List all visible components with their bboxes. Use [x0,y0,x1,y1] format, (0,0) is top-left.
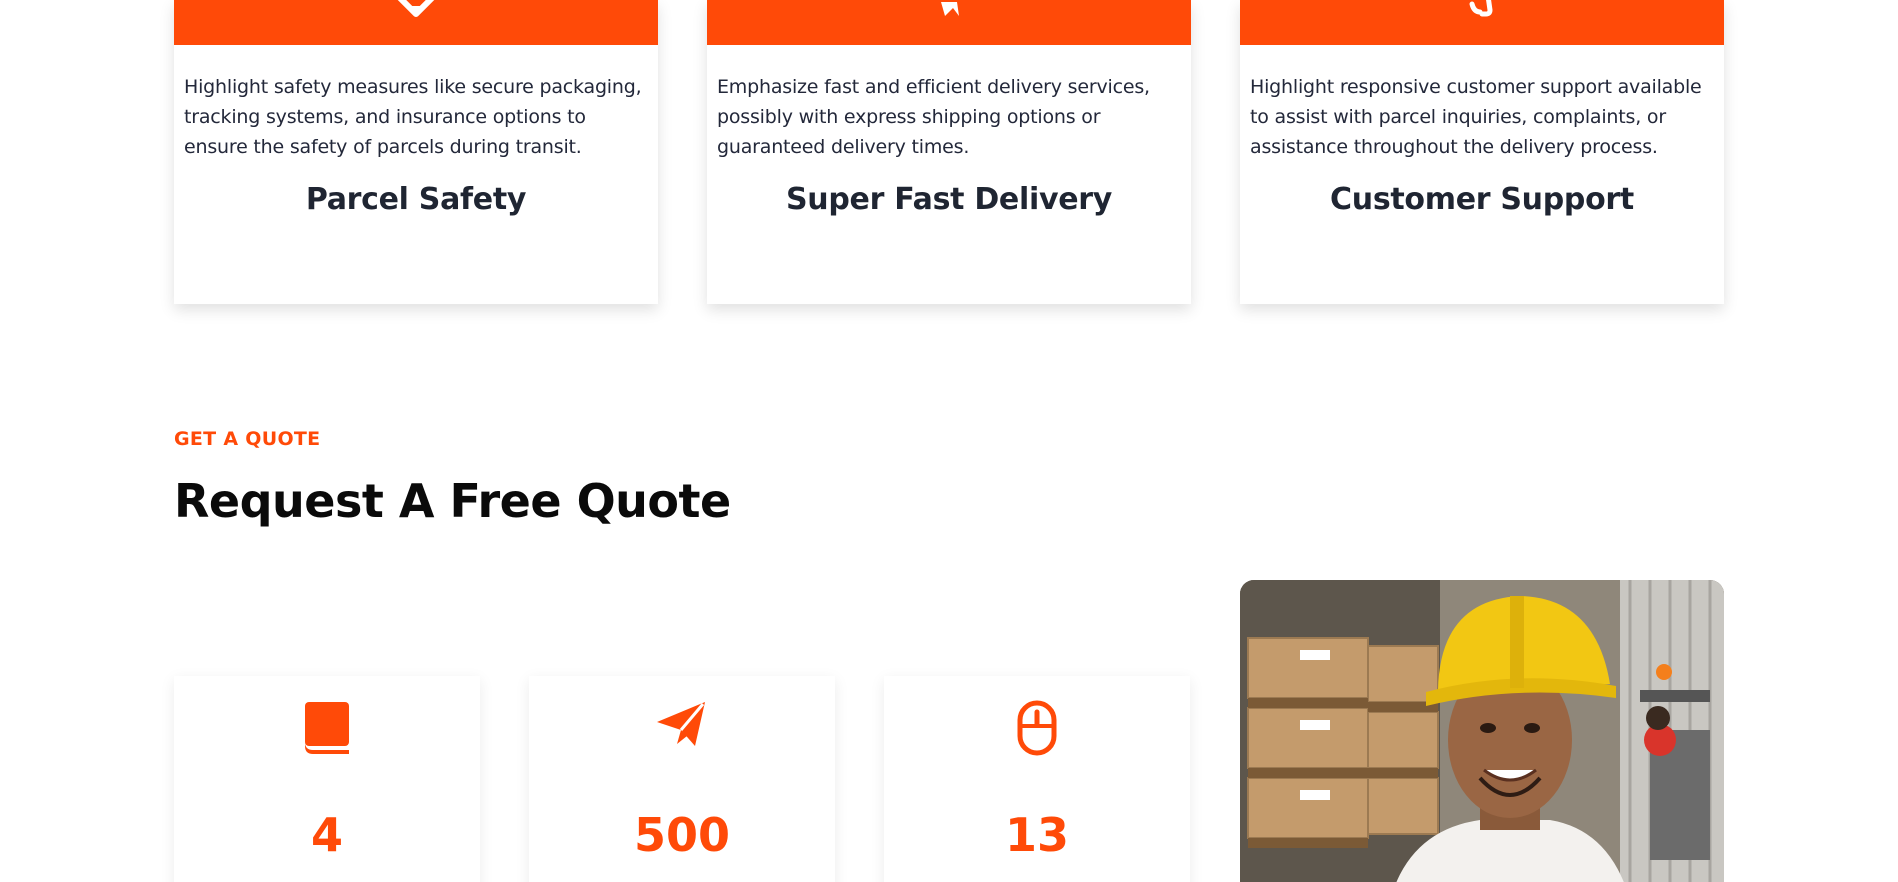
box-icon [397,0,435,17]
feature-card-parcel-safety: Highlight safety measures like secure pa… [174,0,658,304]
stat-card: 13 [884,676,1190,882]
feature-card-header [174,0,658,45]
fast-delivery-icon [941,2,959,16]
headset-icon [1469,0,1493,17]
stat-value: 13 [1004,808,1069,862]
feature-description: Highlight responsive customer support av… [1250,76,1702,158]
stat-card: 4 [174,676,480,882]
worker-photo [1240,580,1724,882]
feature-description: Emphasize fast and efficient delivery se… [717,76,1150,158]
section-title: Request A Free Quote [174,474,731,528]
feature-card-super-fast-delivery: Emphasize fast and efficient delivery se… [707,0,1191,304]
mouse-icon [1017,700,1057,756]
feature-title: Super Fast Delivery [785,182,1112,217]
feature-description: Highlight safety measures like secure pa… [184,76,642,158]
feature-title: Customer Support [1330,182,1634,217]
section-eyebrow: GET A QUOTE [174,428,321,450]
feature-card-header [707,0,1191,45]
paper-plane-icon [657,702,705,746]
stat-value: 500 [633,808,731,862]
feature-card-header [1240,0,1724,45]
stat-card: 500 [529,676,835,882]
book-icon [305,702,349,754]
stat-value: 4 [310,808,343,862]
feature-title: Parcel Safety [305,182,527,217]
feature-card-customer-support: Highlight responsive customer support av… [1240,0,1724,304]
